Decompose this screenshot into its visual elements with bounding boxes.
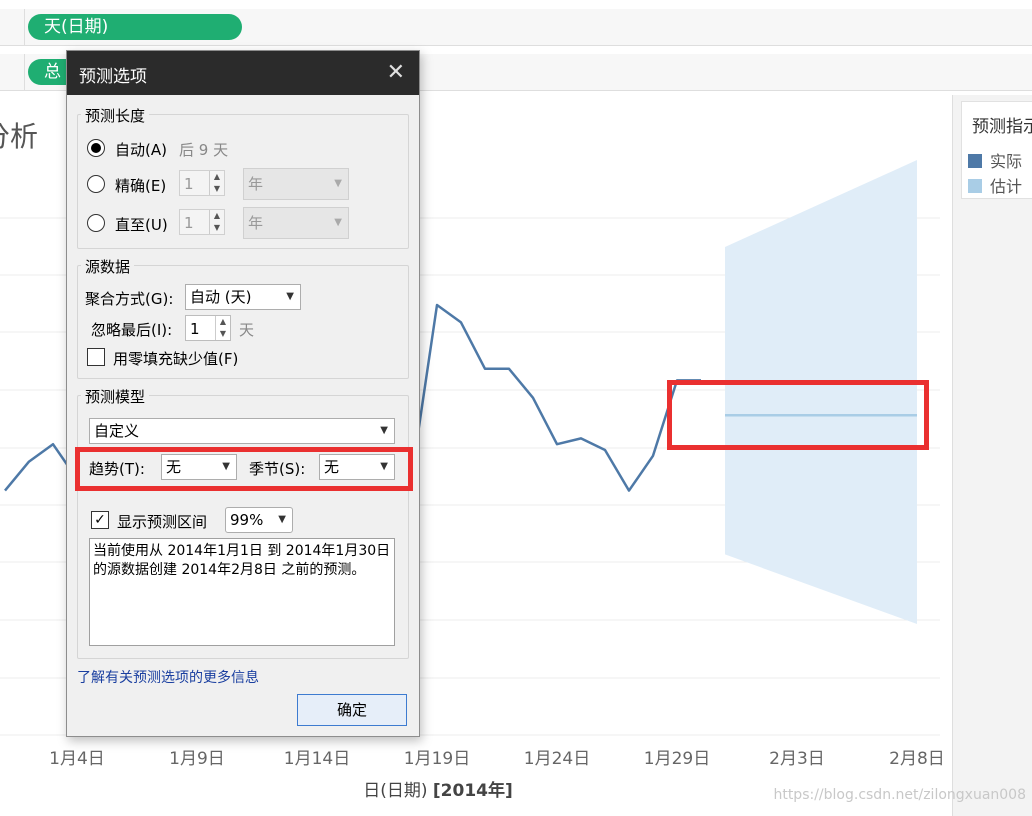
- model-select[interactable]: 自定义 ▼: [89, 418, 395, 444]
- chevron-down-icon: ▼: [286, 291, 294, 302]
- ignore-last-label: 忽略最后(I):: [91, 321, 173, 339]
- forecast-options-dialog: 预测选项 ✕ 预测长度 自动(A) 后 9 天 精确(E) 1 ▲ ▼ 年 ▼ 直…: [66, 50, 420, 737]
- x-tick-label: 1月14日: [283, 749, 351, 769]
- model-description: 当前使用从 2014年1月1日 到 2014年1月30日 的源数据创建 2014…: [89, 538, 395, 646]
- exact-label: 精确(E): [115, 177, 167, 195]
- exact-value: 1: [184, 175, 194, 193]
- legend-label-actual: 实际: [990, 152, 1023, 171]
- legend-item-estimate[interactable]: 估计: [968, 173, 1022, 197]
- fill-zero-label: 用零填充缺少值(F): [113, 350, 239, 368]
- chevron-down-icon: ▼: [334, 217, 342, 228]
- x-axis-label-prefix: 日(日期): [363, 781, 428, 801]
- show-interval-checkbox[interactable]: ✓: [91, 511, 109, 529]
- ignore-last-stepper[interactable]: 1 ▲ ▼: [185, 315, 231, 341]
- aggregate-value: 自动 (天): [190, 288, 252, 306]
- until-value: 1: [184, 214, 194, 232]
- until-radio[interactable]: [87, 214, 105, 232]
- columns-shelf-label-area: [0, 9, 25, 45]
- exact-unit-value: 年: [248, 175, 264, 193]
- exact-radio[interactable]: [87, 175, 105, 193]
- sheet-title: 分析: [0, 120, 39, 153]
- exact-value-stepper[interactable]: 1 ▲ ▼: [179, 170, 225, 196]
- source-data-label: 源数据: [81, 256, 135, 277]
- until-unit-value: 年: [248, 214, 264, 232]
- forecast-length-label: 预测长度: [81, 105, 150, 126]
- columns-pill[interactable]: 天(日期): [28, 14, 242, 40]
- x-tick-label: 2月8日: [889, 749, 945, 769]
- dialog-title-bar: 预测选项 ✕: [67, 51, 419, 95]
- chevron-down-icon: ▼: [334, 178, 342, 189]
- x-tick-label: 2月3日: [769, 749, 825, 769]
- fill-zero-checkbox[interactable]: [87, 348, 105, 366]
- aggregate-select[interactable]: 自动 (天) ▼: [185, 284, 301, 310]
- watermark: https://blog.csdn.net/zilongxuan008: [773, 787, 1026, 803]
- interval-select[interactable]: 99% ▼: [225, 507, 293, 533]
- aggregate-label: 聚合方式(G):: [85, 290, 174, 308]
- ignore-last-unit: 天: [239, 321, 255, 339]
- chevron-down-icon: ▼: [278, 514, 286, 525]
- until-unit-select[interactable]: 年 ▼: [243, 207, 349, 239]
- legend-swatch-actual: [968, 154, 982, 168]
- x-tick-label: 1月19日: [403, 749, 471, 769]
- auto-radio[interactable]: [87, 139, 105, 157]
- exact-stepper-arrows-icon[interactable]: ▲ ▼: [209, 171, 224, 195]
- columns-shelf: 天(日期): [0, 9, 1032, 46]
- legend-item-actual[interactable]: 实际: [968, 148, 1022, 172]
- close-icon[interactable]: ✕: [387, 60, 405, 85]
- ok-button[interactable]: 确定: [297, 694, 407, 726]
- x-axis-label: 日(日期) [2014年]: [363, 776, 513, 801]
- show-interval-label: 显示预测区间: [117, 513, 208, 531]
- forecast-line-highlight: [667, 380, 929, 450]
- rows-shelf-label-area: [0, 54, 25, 90]
- legend-swatch-estimate: [968, 179, 982, 193]
- chevron-down-icon: ▼: [380, 425, 388, 436]
- until-label: 直至(U): [115, 216, 168, 234]
- legend-panel: 预测指示 实际 估计: [952, 95, 1032, 816]
- x-tick-label: 1月24日: [523, 749, 591, 769]
- legend-title: 预测指示: [972, 117, 1032, 137]
- trend-season-highlight: [75, 447, 413, 491]
- model-value: 自定义: [94, 422, 140, 440]
- x-axis-label-year: [2014年]: [432, 781, 513, 801]
- exact-unit-select[interactable]: 年 ▼: [243, 168, 349, 200]
- interval-value: 99%: [230, 511, 264, 529]
- auto-hint: 后 9 天: [179, 141, 229, 159]
- legend-card: 预测指示 实际 估计: [961, 101, 1032, 199]
- legend-label-estimate: 估计: [990, 177, 1023, 196]
- dialog-title: 预测选项: [79, 67, 147, 87]
- x-tick-label: 1月9日: [169, 749, 225, 769]
- auto-label: 自动(A): [115, 141, 167, 159]
- more-info-link[interactable]: 了解有关预测选项的更多信息: [77, 667, 259, 687]
- until-value-stepper[interactable]: 1 ▲ ▼: [179, 209, 225, 235]
- x-tick-label: 1月29日: [643, 749, 711, 769]
- forecast-model-label: 预测模型: [81, 386, 150, 407]
- x-tick-label: 1月4日: [49, 749, 105, 769]
- ignore-last-value: 1: [190, 320, 200, 338]
- until-stepper-arrows-icon[interactable]: ▲ ▼: [209, 210, 224, 234]
- ignore-stepper-arrows-icon[interactable]: ▲ ▼: [215, 316, 230, 340]
